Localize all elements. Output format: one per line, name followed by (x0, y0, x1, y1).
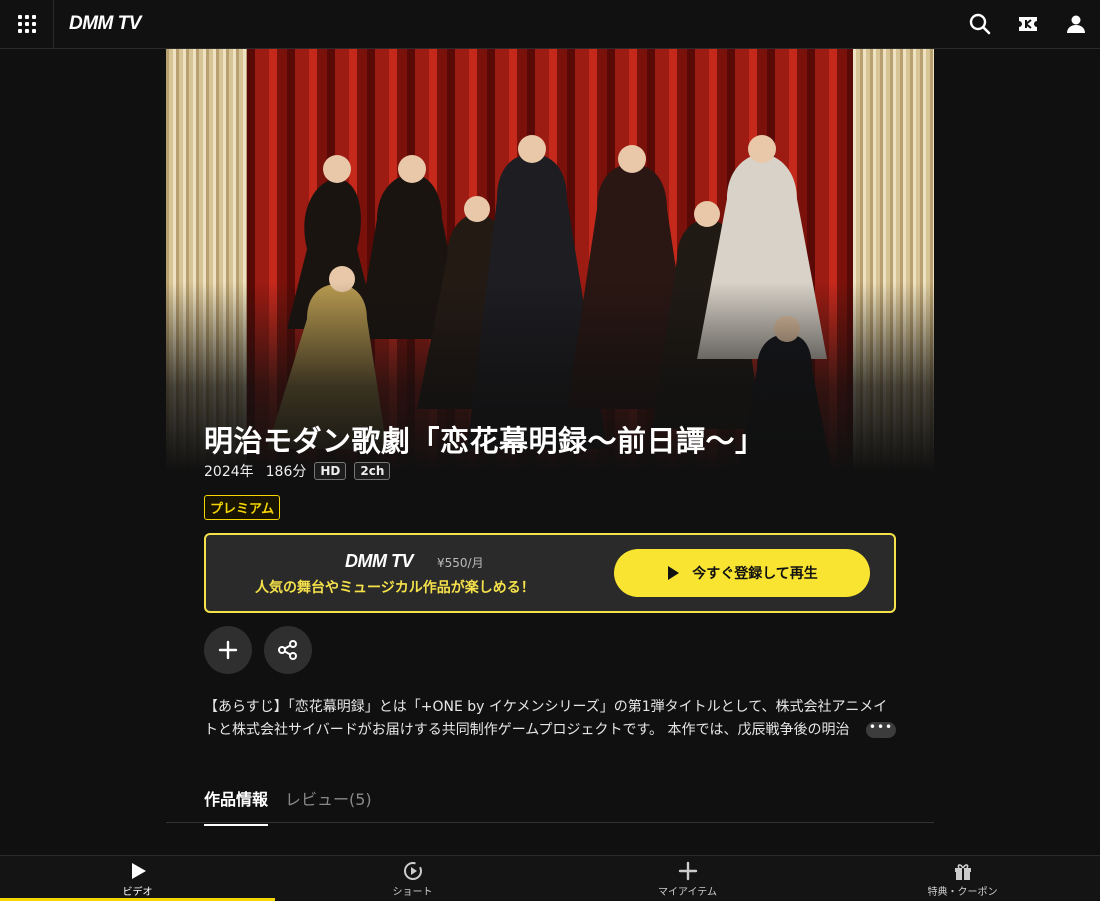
menu-button[interactable] (0, 0, 54, 48)
search-icon[interactable] (968, 12, 992, 36)
nav-short[interactable]: ショート (275, 856, 550, 901)
register-and-play-button[interactable]: 今すぐ登録して再生 (614, 549, 870, 597)
promo-price: ¥550/月 (437, 556, 484, 570)
bottom-navigation: ビデオ ショート マイアイテム 特典・クーポン (0, 855, 1100, 901)
tab-reviews[interactable]: レビュー(5) (285, 786, 372, 810)
duration: 186分 (265, 464, 307, 480)
ticket-icon[interactable] (1016, 12, 1040, 36)
expand-synopsis-button[interactable]: ••• (866, 721, 896, 738)
menu-grid-icon (17, 15, 36, 33)
release-year: 2024年 (204, 464, 254, 480)
play-icon (668, 566, 680, 580)
plus-icon (218, 640, 238, 660)
account-icon[interactable] (1064, 12, 1088, 36)
nav-perks-coupons-label: 特典・クーポン (927, 887, 998, 898)
nav-my-items[interactable]: マイアイテム (550, 856, 825, 901)
page-title: 明治モダン歌劇「恋花幕明録～前日譚～」 (204, 424, 765, 458)
dmm-tv-logo[interactable]: DMM TV (69, 13, 141, 35)
content-tabs: 作品情報 レビュー(5) (166, 780, 934, 826)
tab-work-info[interactable]: 作品情報 (204, 786, 269, 826)
quality-badge: HD (314, 462, 347, 480)
share-button[interactable] (264, 626, 312, 674)
premium-badge: プレミアム (204, 495, 281, 520)
promo-copy: 人気の舞台やミュージカル作品が楽しめる！ (255, 580, 535, 596)
add-to-mylist-button[interactable] (204, 626, 252, 674)
nav-video-label: ビデオ (122, 887, 153, 898)
nav-my-items-label: マイアイテム (658, 887, 717, 898)
play-icon (131, 863, 146, 879)
title-meta: 2024年 186分 HD 2ch (204, 461, 391, 481)
nav-short-label: ショート (392, 887, 433, 898)
promo-logo: DMM TV (345, 551, 414, 571)
gift-icon (954, 864, 971, 880)
register-and-play-label: 今すぐ登録して再生 (692, 566, 818, 582)
plus-icon (678, 861, 697, 881)
top-header: DMM TV (0, 0, 1100, 49)
short-video-icon (403, 862, 422, 880)
audio-badge: 2ch (354, 462, 391, 480)
nav-perks-coupons[interactable]: 特典・クーポン (825, 856, 1100, 901)
share-icon (278, 640, 297, 660)
hero-key-visual (166, 49, 934, 472)
synopsis-text: 【あらすじ】「恋花幕明録」とは「+ONE by イケメンシリーズ」の第1弾タイト… (204, 699, 888, 738)
nav-video[interactable]: ビデオ (0, 856, 275, 901)
subscription-promo: DMM TV ¥550/月 人気の舞台やミュージカル作品が楽しめる！ 今すぐ登録… (204, 533, 896, 613)
